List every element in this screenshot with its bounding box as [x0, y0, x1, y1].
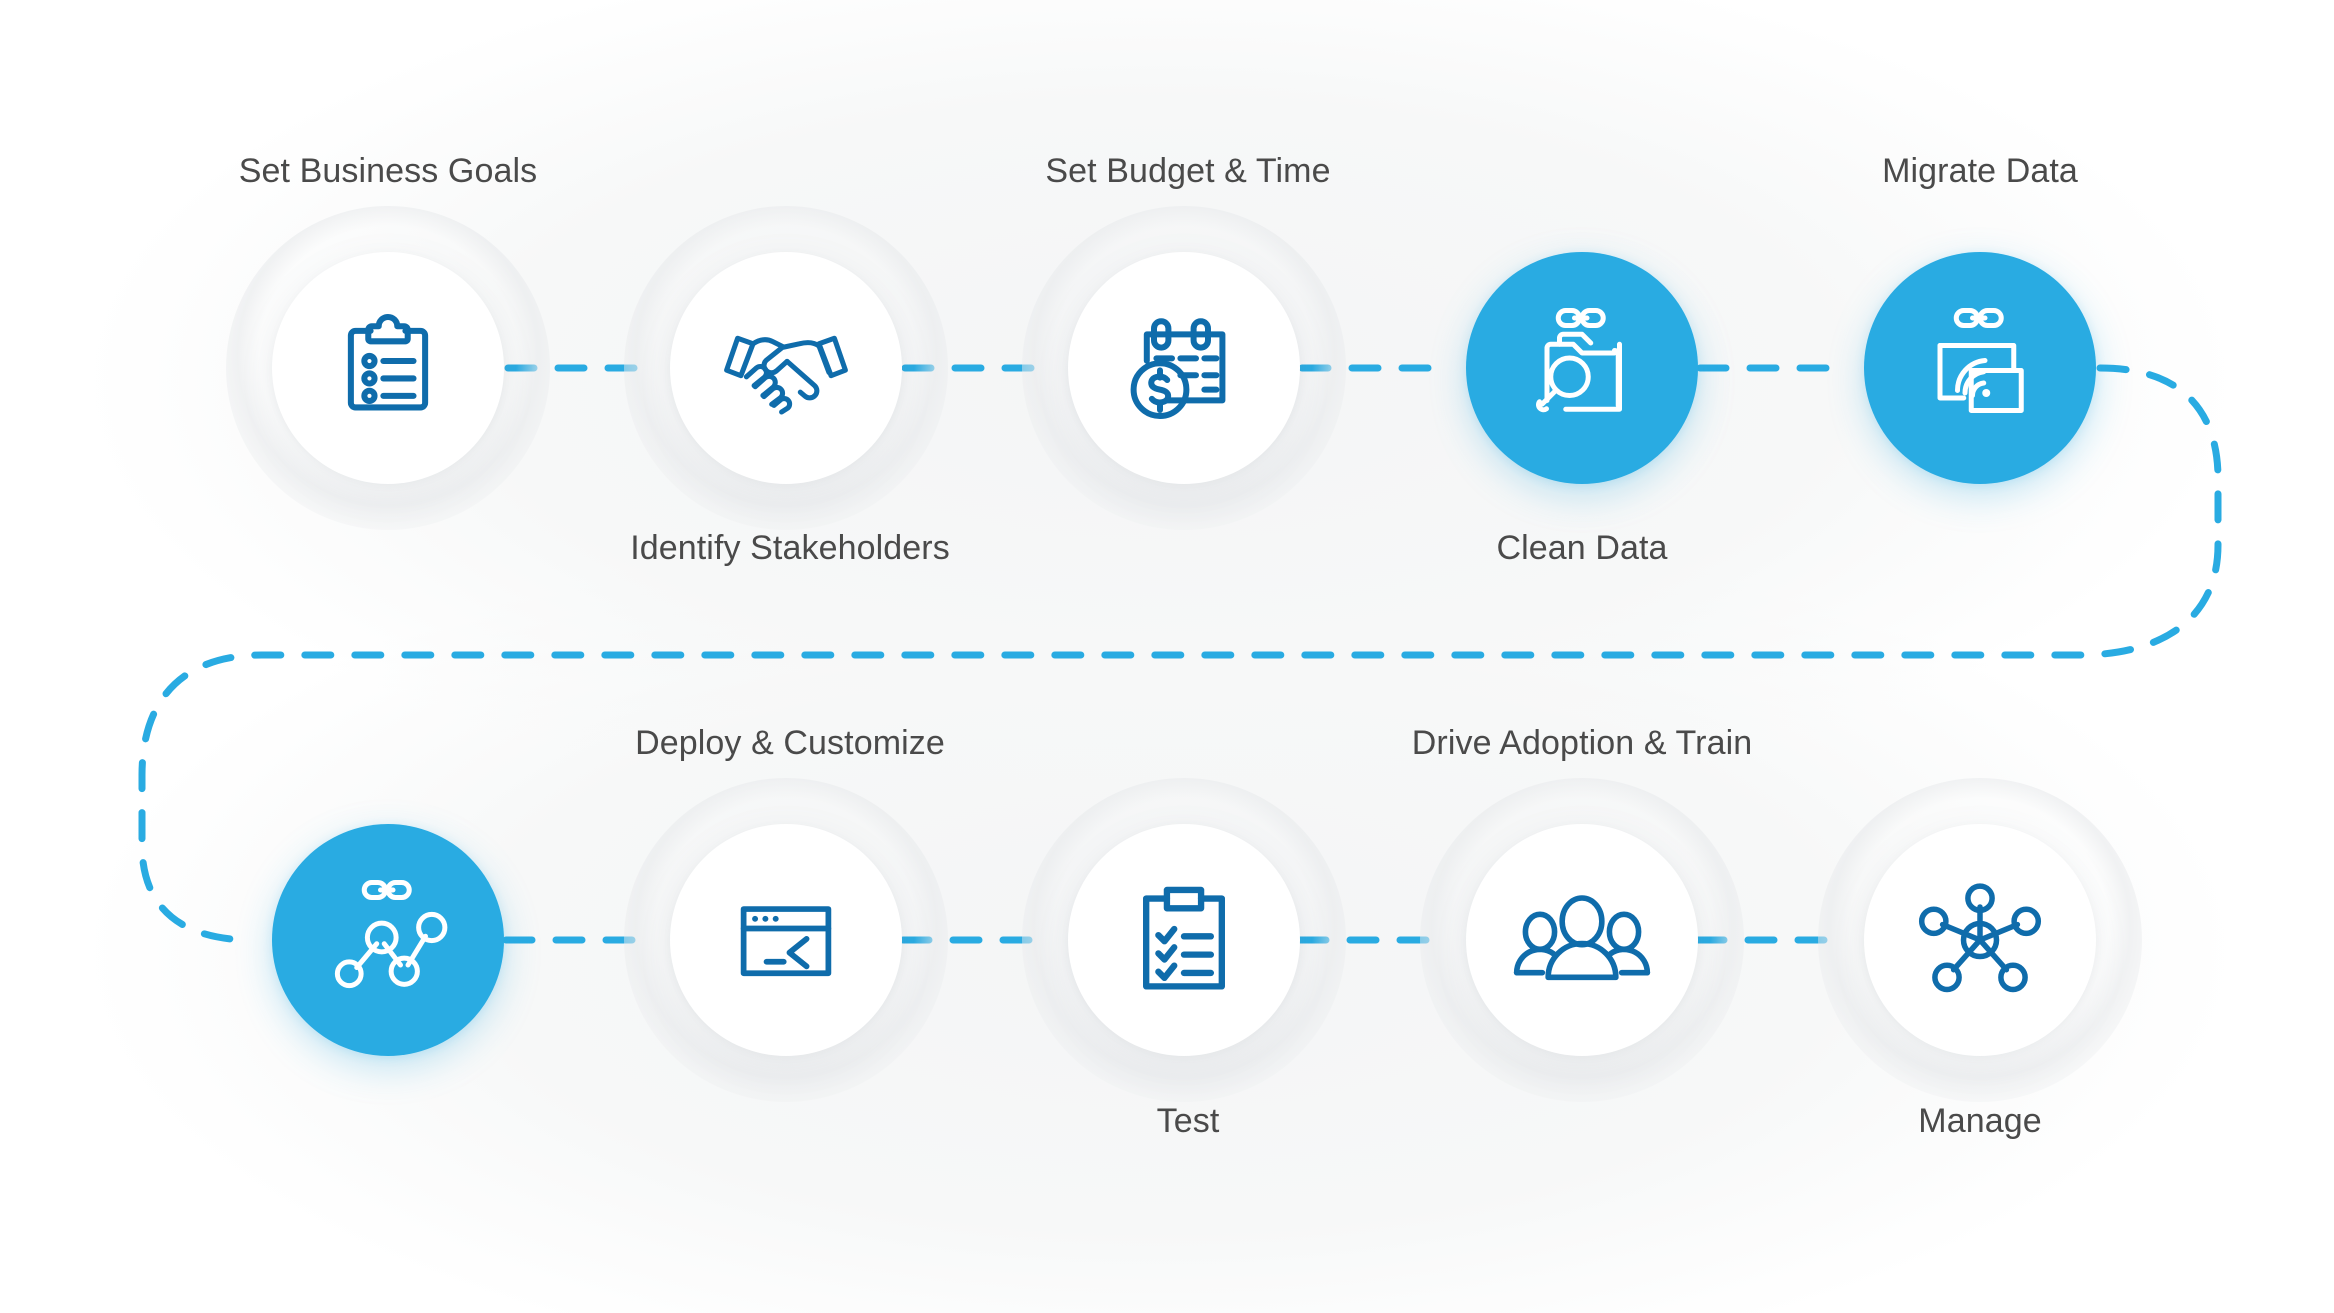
step-node-set-budget-and-time[interactable] [1022, 206, 1346, 530]
step-node-migrate-data[interactable] [1864, 252, 2096, 484]
step-label-deploy-and-customize: Deploy & Customize [635, 724, 945, 762]
line-chart-nodes-icon [334, 880, 448, 989]
calendar-dollar-icon [1130, 318, 1226, 419]
screen-cast-transfer-icon [1937, 308, 2024, 413]
step-label-migrate-data: Migrate Data [1882, 152, 2078, 190]
step-label-drive-adoption-and-train: Drive Adoption & Train [1411, 724, 1753, 762]
step-label-identify-stakeholders: Identify Stakeholders [630, 529, 950, 567]
chain-link-icon [361, 880, 412, 900]
step-node-identify-stakeholders[interactable] [624, 206, 948, 530]
process-flow-diagram: Set Business Goals Identify Stakeholders [0, 0, 2334, 1313]
step-label-manage: Manage [1918, 1102, 2042, 1140]
people-group-icon [1513, 895, 1651, 981]
handshake-icon [724, 335, 848, 415]
step-node-set-business-goals[interactable] [226, 206, 550, 530]
clipboard-list-icon [347, 313, 429, 411]
clipboard-check-icon [1143, 886, 1225, 990]
step-label-clean-data: Clean Data [1496, 529, 1668, 567]
chain-link-icon [1555, 308, 1606, 328]
folder-search-icon [1536, 308, 1622, 413]
network-hub-icon [1918, 883, 2042, 993]
step-node-analytics[interactable] [272, 824, 504, 1056]
step-label-set-business-goals: Set Business Goals [238, 152, 538, 190]
browser-code-icon [740, 906, 832, 977]
step-node-drive-adoption-and-train[interactable] [1420, 778, 1744, 1102]
step-label-set-budget-and-time: Set Budget & Time [1045, 152, 1331, 190]
chain-link-icon [1953, 308, 2004, 328]
step-node-test[interactable] [1022, 778, 1346, 1102]
step-node-manage[interactable] [1818, 778, 2142, 1102]
step-node-deploy-and-customize[interactable] [624, 778, 948, 1102]
step-label-test: Test [1156, 1102, 1220, 1140]
step-node-clean-data[interactable] [1466, 252, 1698, 484]
